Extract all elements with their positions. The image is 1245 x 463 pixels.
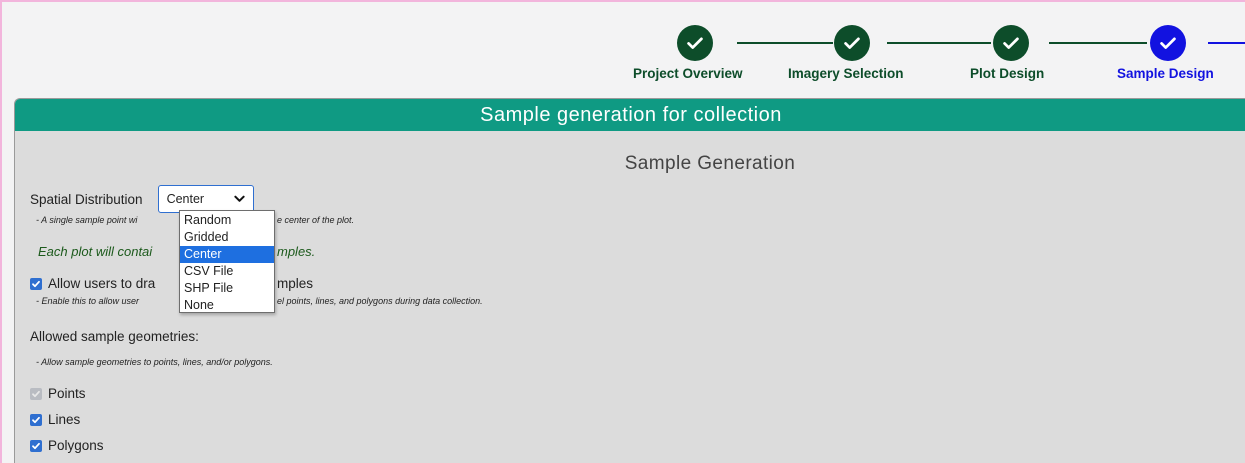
points-checkbox (30, 387, 42, 400)
step-label-project-overview[interactable]: Project Overview (633, 66, 743, 81)
allowed-geometries-hint: - Allow sample geometries to points, lin… (36, 357, 273, 367)
allow-draw-label-tail: mples (277, 276, 314, 291)
step-plot-design-icon[interactable] (993, 25, 1029, 61)
wizard-stepper: Project Overview Imagery Selection Plot … (2, 2, 1245, 98)
step-connector (737, 42, 833, 44)
chevron-down-icon (233, 195, 245, 202)
allow-draw-hint: - Enable this to allow user (36, 296, 140, 306)
allow-draw-row[interactable]: Allow users to dra (30, 276, 155, 291)
option-center[interactable]: Center (180, 246, 274, 263)
option-shp-file[interactable]: SHP File (180, 280, 274, 297)
card-header: Sample generation for collection (15, 99, 1245, 131)
spatial-distribution-select[interactable]: Center (157, 185, 254, 213)
option-csv-file[interactable]: CSV File (180, 263, 274, 280)
step-connector (887, 42, 991, 44)
section-title: Sample Generation (624, 153, 796, 174)
step-label-imagery-selection[interactable]: Imagery Selection (788, 66, 904, 81)
checkmark-icon (32, 280, 40, 287)
lines-label: Lines (48, 412, 81, 427)
step-project-overview-icon[interactable] (677, 25, 713, 61)
select-value: Center (166, 192, 205, 206)
allow-draw-label-tail-wrap: mples (277, 276, 313, 291)
allow-draw-checkbox[interactable] (30, 277, 42, 290)
distribution-hint-tail: e center of the plot. (277, 215, 355, 225)
checkmark-icon (32, 442, 40, 449)
lines-checkbox[interactable] (30, 413, 42, 426)
option-none[interactable]: None (180, 297, 274, 314)
step-connector (1208, 42, 1245, 44)
option-random[interactable]: Random (180, 212, 274, 229)
step-imagery-selection-icon[interactable] (834, 25, 870, 61)
geometry-points-row: Points (30, 386, 86, 401)
allow-draw-label: Allow users to dra (48, 276, 156, 291)
samples-note: Each plot will contai (38, 244, 153, 259)
checkmark-icon (32, 390, 40, 397)
spatial-distribution-label: Spatial Distribution (30, 191, 143, 207)
step-label-sample-design[interactable]: Sample Design (1117, 66, 1214, 81)
polygons-label: Polygons (48, 438, 104, 453)
spatial-distribution-row: Spatial Distribution Center (30, 185, 254, 213)
checkmark-icon (687, 37, 703, 49)
checkmark-icon (844, 37, 860, 49)
samples-note-tail: mples. (277, 244, 316, 259)
geometry-polygons-row[interactable]: Polygons (30, 438, 104, 453)
spatial-distribution-dropdown: Random Gridded Center CSV File SHP File … (179, 210, 275, 313)
checkmark-icon (1003, 37, 1019, 49)
points-label: Points (48, 386, 86, 401)
polygons-checkbox[interactable] (30, 439, 42, 452)
allowed-geometries-label: Allowed sample geometries: (30, 329, 199, 344)
checkmark-icon (32, 416, 40, 423)
allow-draw-hint-tail: el points, lines, and polygons during da… (277, 296, 483, 306)
distribution-hint: - A single sample point wi (36, 215, 138, 225)
step-connector (1049, 42, 1147, 44)
app-frame: Project Overview Imagery Selection Plot … (0, 0, 1245, 463)
checkmark-icon (1160, 37, 1176, 49)
step-label-plot-design[interactable]: Plot Design (970, 66, 1044, 81)
geometry-lines-row[interactable]: Lines (30, 412, 80, 427)
step-sample-design-icon[interactable] (1150, 25, 1186, 61)
option-gridded[interactable]: Gridded (180, 229, 274, 246)
